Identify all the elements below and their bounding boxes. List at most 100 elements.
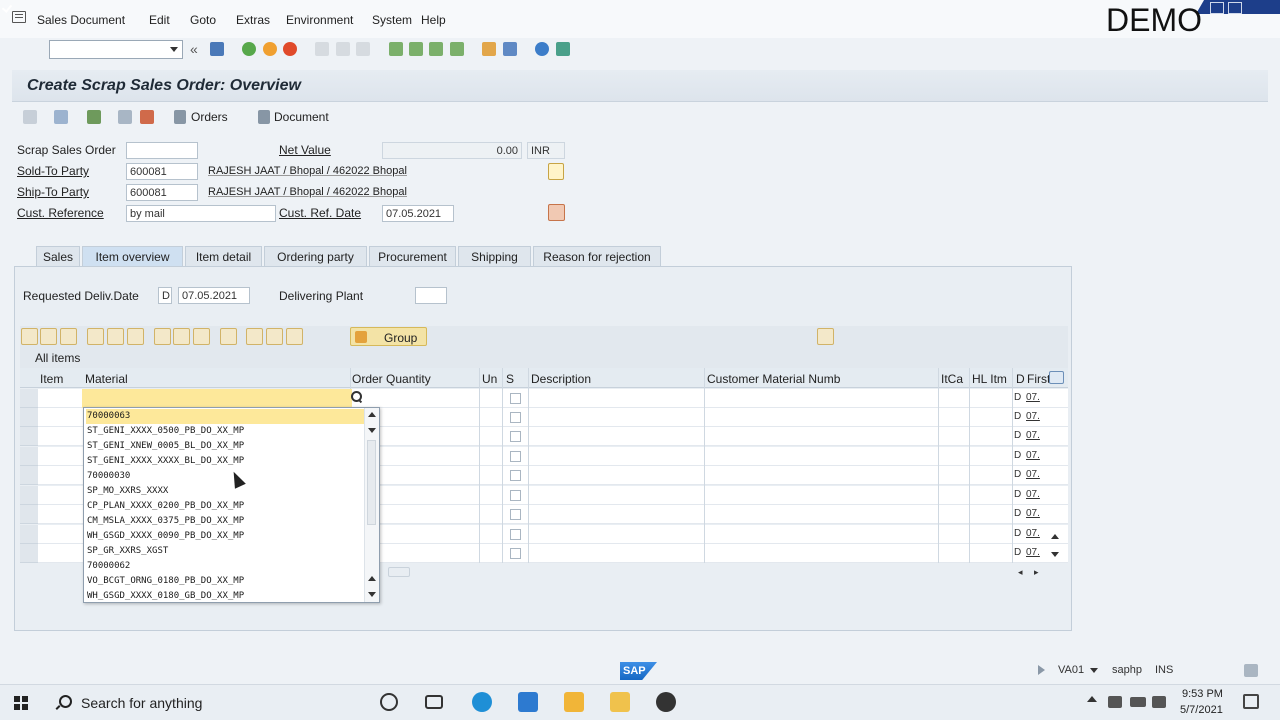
column-settings-icon[interactable] [1049,371,1064,384]
col-unit[interactable]: Un [482,372,497,386]
schedule-lines-icon[interactable] [193,328,210,345]
dropdown-item[interactable]: SP_GR_XXRS_XGST [86,544,366,559]
scrap-sales-order-field[interactable] [126,142,198,159]
row-selector[interactable] [20,486,38,505]
taskbar-date[interactable]: 5/7/2021 [1180,704,1223,716]
horizontal-scroll-thumb[interactable] [388,567,410,577]
previous-page-icon[interactable] [409,42,423,56]
sold-to-party-label[interactable]: Sold-To Party [17,164,89,178]
orders-button[interactable]: Orders [191,110,228,124]
shortcut-icon[interactable] [503,42,517,56]
row-first-date[interactable]: 07. [1026,528,1040,539]
menu-edit[interactable]: Edit [149,13,190,27]
tab-reason-for-rejection[interactable]: Reason for rejection [533,246,661,266]
s-checkbox[interactable] [510,431,521,442]
dropdown-scroll-up-icon[interactable] [368,412,376,417]
s-checkbox[interactable] [510,470,521,481]
col-hl-item[interactable]: HL Itm [972,372,1007,386]
select-block-icon[interactable] [107,328,124,345]
scroll-left-icon[interactable]: ◂ [1018,567,1023,578]
next-page-icon[interactable] [429,42,443,56]
col-order-quantity[interactable]: Order Quantity [352,372,431,386]
row-first-date[interactable]: 07. [1026,469,1040,480]
ship-to-party-name[interactable]: RAJESH JAAT / Bhopal / 462022 Bhopal [208,186,407,198]
window-restore-button[interactable] [1210,2,1224,14]
free-goods-icon[interactable] [286,328,303,345]
s-checkbox[interactable] [510,509,521,520]
help-icon[interactable] [535,42,549,56]
col-material[interactable]: Material [85,372,128,386]
dropdown-page-up-icon[interactable] [368,576,376,581]
row-first-date[interactable]: 07. [1026,411,1040,422]
taskbar-search[interactable]: Search for anything [81,695,202,711]
search-help-icon[interactable] [349,390,363,404]
dropdown-item[interactable]: 70000063 [86,409,364,424]
edge-icon[interactable] [472,692,492,712]
s-checkbox[interactable] [510,412,521,423]
volume-icon[interactable] [1152,696,1166,708]
display-toggle-icon[interactable] [23,110,37,124]
s-checkbox[interactable] [510,393,521,404]
col-d[interactable]: D [1016,372,1025,386]
task-view-icon[interactable] [425,695,443,709]
dropdown-item[interactable]: WH_GSGD_XXXX_0090_PB_DO_XX_MP [86,529,366,544]
menu-environment[interactable]: Environment [286,13,372,27]
find-icon[interactable] [336,42,350,56]
col-first[interactable]: First [1027,372,1050,386]
select-all-icon[interactable] [87,328,104,345]
calendar-icon[interactable] [548,204,565,221]
cust-ref-date-field[interactable]: 07.05.2021 [382,205,454,222]
cust-ref-date-label[interactable]: Cust. Ref. Date [279,206,361,220]
back-icon[interactable] [242,42,256,56]
dropdown-item[interactable]: ST_GENI_XXXX_XXXX_BL_DO_XX_MP [86,454,366,469]
menu-system[interactable]: System [372,13,421,27]
delete-row-icon[interactable] [60,328,77,345]
scroll-right-icon[interactable]: ▸ [1034,567,1039,578]
availability-icon[interactable] [266,328,283,345]
layout-menu-icon[interactable] [556,42,570,56]
menu-help[interactable]: Help [421,13,446,27]
tab-procurement[interactable]: Procurement [369,246,456,266]
tab-item-overview[interactable]: Item overview [82,246,183,266]
delivering-plant-field[interactable] [415,287,447,304]
pricing-icon[interactable] [246,328,263,345]
document-icon[interactable] [258,110,270,124]
chevron-down-icon[interactable] [170,47,178,52]
dropdown-item[interactable]: WH_GSGD_XXXX_0180_GB_DO_XX_MP [86,589,366,604]
header-icon[interactable] [54,110,68,124]
row-first-date[interactable]: 07. [1026,508,1040,519]
col-customer-material[interactable]: Customer Material Numb [707,372,840,386]
dropdown-item[interactable]: CP_PLAN_XXXX_0200_PB_DO_XX_MP [86,499,366,514]
menu-extras[interactable]: Extras [236,13,286,27]
net-value-label[interactable]: Net Value [279,143,331,157]
battery-icon[interactable] [1130,697,1146,707]
obs-icon[interactable] [656,692,676,712]
tab-shipping[interactable]: Shipping [458,246,531,266]
dropdown-item[interactable]: SP_MO_XXRS_XXXX [86,484,366,499]
deliv-date-type-field[interactable]: D [158,287,172,304]
dropdown-scroll-down-icon[interactable] [368,592,376,597]
status-transaction-code[interactable]: VA01 [1058,664,1084,676]
material-dropdown-list[interactable]: 70000063 ST_GENI_XXXX_0500_PB_DO_XX_MP S… [83,407,380,603]
wifi-icon[interactable] [1108,696,1122,708]
sold-to-party-field[interactable]: 600081 [126,163,198,180]
row-first-date[interactable]: 07. [1026,489,1040,500]
cust-reference-field[interactable]: by mail [126,205,276,222]
dropdown-item[interactable]: CM_MSLA_XXXX_0375_PB_DO_XX_MP [86,514,366,529]
copy-icon[interactable] [118,110,132,124]
last-page-icon[interactable] [450,42,464,56]
app-menu-icon[interactable] [12,11,26,23]
configure-icon[interactable] [220,328,237,345]
row-first-date[interactable]: 07. [1026,430,1040,441]
lock-icon[interactable] [87,110,101,124]
table-scroll-down-icon[interactable] [1051,552,1059,557]
ship-to-party-field[interactable]: 600081 [126,184,198,201]
orders-icon[interactable] [174,110,186,124]
details-icon[interactable] [21,328,38,345]
document-button[interactable]: Document [274,110,329,124]
row-selector[interactable] [20,525,38,544]
file-explorer-icon[interactable] [610,692,630,712]
status-dropdown-icon[interactable] [1090,668,1098,673]
col-item[interactable]: Item [40,372,63,386]
row-first-date[interactable]: 07. [1026,450,1040,461]
